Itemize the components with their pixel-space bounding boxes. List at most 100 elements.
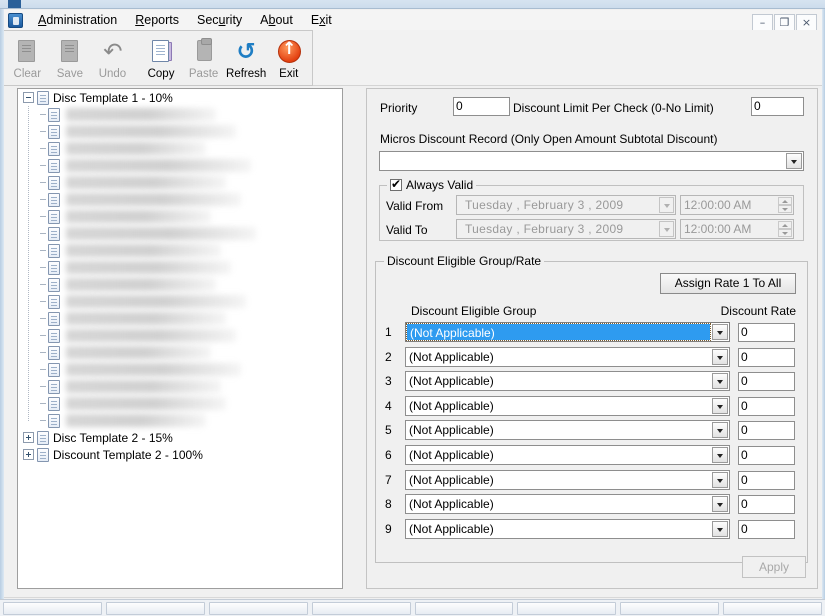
valid-from-time-picker[interactable]: 12:00:00 AM — [680, 195, 794, 215]
tree-child-node[interactable] — [18, 276, 342, 293]
discount-rate-input-7[interactable]: 0 — [738, 470, 795, 490]
valid-to-time-picker[interactable]: 12:00:00 AM — [680, 219, 794, 239]
tree-node-disc-template-1[interactable]: Disc Template 1 - 10% — [18, 89, 342, 106]
tree-node-discount-template-2[interactable]: Discount Template 2 - 100% — [18, 446, 342, 463]
tree-child-node[interactable] — [18, 242, 342, 259]
discount-rate-input-4[interactable]: 0 — [738, 396, 795, 416]
menu-item-about[interactable]: About — [251, 11, 302, 29]
time-spinner[interactable] — [778, 221, 792, 237]
chevron-down-icon[interactable] — [659, 197, 674, 213]
tree-child-node[interactable] — [18, 293, 342, 310]
tree-child-node[interactable] — [18, 140, 342, 157]
discount-rate-input-1[interactable]: 0 — [738, 323, 795, 342]
tree-child-label-redacted — [66, 295, 246, 308]
document-icon — [48, 260, 60, 275]
minimize-icon[interactable]: – — [752, 14, 773, 31]
eligible-group-combo-6[interactable]: (Not Applicable) — [405, 445, 730, 465]
valid-from-date-picker[interactable]: Tuesday , February 3 , 2009 — [456, 195, 676, 215]
taskbar-segment[interactable] — [208, 601, 308, 615]
toolbar-button-exit[interactable]: Exit — [267, 34, 310, 84]
discount-rate-input-5[interactable]: 0 — [738, 421, 795, 441]
tree-child-node[interactable] — [18, 157, 342, 174]
time-spinner[interactable] — [778, 197, 792, 213]
tree-child-node[interactable] — [18, 191, 342, 208]
discount-rate-input-8[interactable]: 0 — [738, 495, 795, 515]
always-valid-checkbox[interactable] — [390, 177, 402, 191]
template-tree-panel[interactable]: Disc Template 1 - 10% Disc Template 2 - … — [17, 88, 343, 589]
valid-to-date-picker[interactable]: Tuesday , February 3 , 2009 — [456, 219, 676, 239]
toolbar-button-undo[interactable]: ↶ Undo — [91, 34, 134, 84]
tree-child-node[interactable] — [18, 361, 342, 378]
menu-item-reports[interactable]: Reports — [126, 11, 188, 29]
taskbar-segment[interactable] — [3, 601, 102, 615]
tree-node-disc-template-2[interactable]: Disc Template 2 - 15% — [18, 429, 342, 446]
tree-child-node[interactable] — [18, 378, 342, 395]
tree-child-node[interactable] — [18, 327, 342, 344]
document-icon — [48, 175, 60, 190]
chevron-down-icon[interactable] — [712, 373, 728, 390]
discount-limit-input[interactable]: 0 — [751, 97, 804, 116]
priority-input[interactable]: 0 — [453, 97, 510, 116]
discount-rate-input-3[interactable]: 0 — [738, 372, 795, 392]
eligible-group-combo-5[interactable]: (Not Applicable) — [405, 420, 730, 441]
tree-child-node[interactable] — [18, 344, 342, 361]
toolbar-button-copy[interactable]: Copy — [140, 34, 183, 84]
taskbar-segment[interactable] — [620, 601, 720, 615]
chevron-down-icon[interactable] — [712, 348, 728, 365]
taskbar-segment[interactable] — [311, 601, 411, 615]
chevron-down-icon[interactable] — [712, 496, 728, 513]
expand-icon[interactable] — [23, 449, 34, 460]
chevron-down-icon[interactable] — [786, 153, 802, 169]
eligible-group-combo-9[interactable]: (Not Applicable) — [405, 518, 730, 539]
tree-child-node[interactable] — [18, 412, 342, 429]
chevron-down-icon[interactable] — [712, 520, 728, 537]
tree-child-label-redacted — [66, 108, 216, 121]
toolbar: Clear Save ↶ Undo Copy Paste ↺ Refresh ↑… — [4, 30, 313, 86]
restore-icon[interactable]: ❐ — [774, 14, 795, 31]
discount-rate-input-9[interactable]: 0 — [738, 519, 795, 539]
tree-child-node[interactable] — [18, 310, 342, 327]
tree-child-node[interactable] — [18, 208, 342, 225]
menu-item-administration[interactable]: Administration — [29, 11, 126, 29]
toolbar-button-clear[interactable]: Clear — [6, 34, 49, 84]
menu-item-exit[interactable]: Exit — [302, 11, 341, 29]
tree-child-node[interactable] — [18, 106, 342, 123]
taskbar-segment[interactable] — [414, 601, 514, 615]
discount-rate-input-6[interactable]: 0 — [738, 446, 795, 465]
taskbar-segment[interactable] — [105, 601, 205, 615]
always-valid-header: Always Valid — [387, 177, 477, 192]
toolbar-button-paste[interactable]: Paste — [182, 34, 225, 84]
eligible-group-combo-8[interactable]: (Not Applicable) — [405, 494, 730, 515]
tree-child-node[interactable] — [18, 395, 342, 412]
eligible-group-combo-3[interactable]: (Not Applicable) — [405, 371, 730, 392]
discount-rate-input-2[interactable]: 0 — [738, 347, 795, 367]
tree-child-node[interactable] — [18, 174, 342, 191]
eligible-group-combo-7[interactable]: (Not Applicable) — [405, 469, 730, 490]
expand-icon[interactable] — [23, 432, 34, 443]
collapse-icon[interactable] — [23, 92, 34, 103]
menu-item-security[interactable]: Security — [188, 11, 251, 29]
chevron-down-icon[interactable] — [712, 397, 728, 414]
close-icon[interactable]: × — [796, 14, 817, 31]
document-icon — [37, 90, 49, 105]
toolbar-button-save[interactable]: Save — [49, 34, 92, 84]
chevron-down-icon[interactable] — [712, 422, 728, 439]
tree-child-node[interactable] — [18, 225, 342, 242]
apply-button[interactable]: Apply — [742, 556, 806, 578]
tree-child-node[interactable] — [18, 123, 342, 140]
toolbar-button-refresh[interactable]: ↺ Refresh — [225, 34, 268, 84]
assign-rate-to-all-button[interactable]: Assign Rate 1 To All — [660, 273, 796, 294]
chevron-down-icon[interactable] — [712, 447, 728, 463]
eligible-group-combo-4[interactable]: (Not Applicable) — [405, 395, 730, 416]
chevron-down-icon[interactable] — [659, 221, 674, 237]
eligible-group-value: (Not Applicable) — [409, 472, 494, 487]
taskbar-segment[interactable] — [517, 601, 617, 615]
tree-child-node[interactable] — [18, 259, 342, 276]
eligible-group-combo-1[interactable]: (Not Applicable) — [405, 322, 730, 342]
micros-record-combo[interactable] — [379, 151, 804, 171]
eligible-group-combo-2[interactable]: (Not Applicable) — [405, 346, 730, 367]
taskbar-segment[interactable] — [723, 601, 822, 615]
chevron-down-icon[interactable] — [712, 471, 728, 488]
chevron-down-icon[interactable] — [712, 324, 728, 340]
outer-title-bar — [0, 0, 825, 9]
